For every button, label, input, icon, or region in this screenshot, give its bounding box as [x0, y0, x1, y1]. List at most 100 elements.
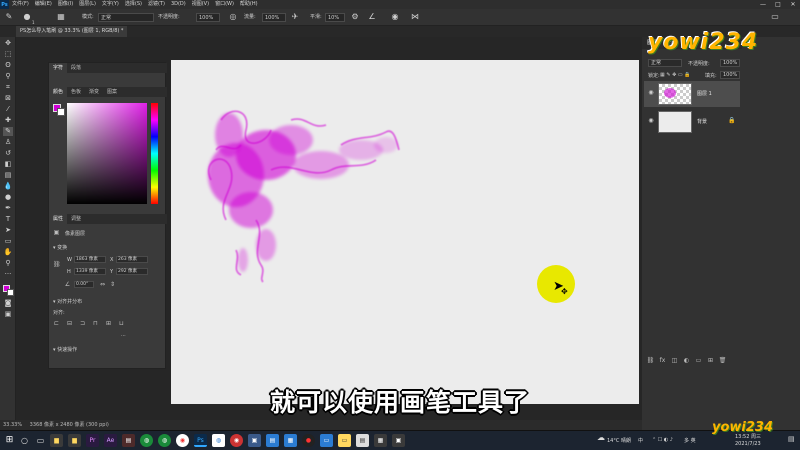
shape-tool-icon[interactable]: ▭: [3, 237, 13, 246]
flow-input[interactable]: 100%: [262, 13, 286, 22]
add-mask-icon[interactable]: ◫: [670, 357, 679, 365]
gradient-tool-icon[interactable]: ▤: [3, 171, 13, 180]
file-explorer-icon[interactable]: ▆: [50, 434, 63, 447]
flip-vertical-icon[interactable]: ⇕: [109, 281, 116, 288]
align-section-title[interactable]: ▾ 对齐并分布: [53, 298, 82, 305]
pressure-opacity-icon[interactable]: ◎: [228, 12, 238, 22]
align-top-icon[interactable]: ⊓: [92, 320, 99, 327]
app-icon[interactable]: ▭: [338, 434, 351, 447]
angle-field[interactable]: 0.00°: [74, 281, 94, 288]
align-left-icon[interactable]: ⊏: [53, 320, 60, 327]
history-brush-tool-icon[interactable]: ↺: [3, 149, 13, 158]
menu-3d[interactable]: 3D(D): [168, 0, 189, 9]
panel-background-swatch[interactable]: [57, 108, 65, 116]
menu-edit[interactable]: 编辑(E): [32, 0, 55, 9]
app-icon[interactable]: ▤: [356, 434, 369, 447]
eraser-tool-icon[interactable]: ◧: [3, 160, 13, 169]
close-button[interactable]: ✕: [786, 0, 800, 9]
app-icon[interactable]: ▤: [122, 434, 135, 447]
record-icon[interactable]: ●: [302, 434, 315, 447]
blur-tool-icon[interactable]: 💧: [3, 182, 13, 191]
zoom-level[interactable]: 33.33%: [3, 422, 22, 428]
menu-layer[interactable]: 图层(L): [76, 0, 99, 9]
crop-tool-icon[interactable]: ⌗: [3, 83, 13, 92]
visibility-eye-icon[interactable]: ◉: [647, 89, 655, 97]
frame-tool-icon[interactable]: ⊠: [3, 94, 13, 103]
task-view-icon[interactable]: ▭: [34, 434, 47, 447]
document-info[interactable]: 3368 像素 x 2480 像素 (300 ppi): [30, 422, 109, 428]
start-windows-icon[interactable]: ⊞: [3, 434, 16, 447]
move-tool-icon[interactable]: ✥: [3, 39, 13, 48]
maximize-button[interactable]: □: [771, 0, 785, 9]
photoshop-taskbar-icon[interactable]: Ps: [194, 434, 207, 447]
app-icon[interactable]: ▦: [284, 434, 297, 447]
tab-gradients[interactable]: 渐变: [85, 87, 103, 97]
brush-tool-icon[interactable]: ✎: [3, 127, 13, 136]
document-tab[interactable]: PS怎么导入笔刷 @ 33.3% (图层 1, RGB/8) *: [16, 26, 128, 37]
airbrush-icon[interactable]: ✈: [290, 12, 300, 22]
dodge-tool-icon[interactable]: ●: [3, 193, 13, 202]
layer-row[interactable]: ◉ 背景 🔒: [644, 109, 740, 135]
lock-icons[interactable]: ▦ ✎ ✥ ▭ 🔒: [660, 72, 690, 78]
chrome-icon[interactable]: ◉: [176, 434, 189, 447]
wechat-icon[interactable]: ◍: [140, 434, 153, 447]
tab-properties[interactable]: 属性: [49, 214, 68, 224]
color-picker-field[interactable]: [67, 103, 147, 204]
marquee-tool-icon[interactable]: ⬚: [3, 50, 13, 59]
new-layer-icon[interactable]: ⊞: [706, 357, 715, 365]
app-icon[interactable]: ▭: [320, 434, 333, 447]
align-right-icon[interactable]: ⊐: [79, 320, 86, 327]
layer-style-icon[interactable]: fx: [658, 357, 667, 365]
app-icon[interactable]: ▣: [392, 434, 405, 447]
tab-character[interactable]: 字符: [49, 63, 68, 73]
menu-window[interactable]: 窗口(W): [212, 0, 237, 9]
app-icon[interactable]: ◉: [230, 434, 243, 447]
hand-tool-icon[interactable]: ✋: [3, 248, 13, 257]
document-canvas[interactable]: [171, 60, 639, 404]
tab-patterns[interactable]: 图案: [103, 87, 121, 97]
tab-adjustments[interactable]: 调整: [67, 214, 85, 224]
hue-slider[interactable]: [151, 103, 158, 204]
angle-icon[interactable]: ∠: [367, 12, 377, 22]
tab-paragraph[interactable]: 段落: [67, 63, 85, 73]
app-icon[interactable]: ▣: [248, 434, 261, 447]
height-field[interactable]: 1339 像素: [74, 268, 106, 275]
healing-brush-tool-icon[interactable]: ✚: [3, 116, 13, 125]
workspace-icon[interactable]: ▭: [770, 12, 780, 22]
quick-select-tool-icon[interactable]: ⚲: [3, 72, 13, 81]
symmetry-icon[interactable]: ⋈: [410, 12, 420, 22]
x-field[interactable]: 263 像素: [116, 256, 148, 263]
layer-opacity-input[interactable]: 100%: [720, 59, 740, 67]
align-bottom-icon[interactable]: ⊔: [118, 320, 125, 327]
stamp-tool-icon[interactable]: ♙: [3, 138, 13, 147]
menu-file[interactable]: 文件(F): [9, 0, 32, 9]
messaging-icon[interactable]: ◍: [158, 434, 171, 447]
premiere-icon[interactable]: Pr: [86, 434, 99, 447]
pressure-size-icon[interactable]: ◉: [390, 12, 400, 22]
pen-tool-icon[interactable]: ✒: [3, 204, 13, 213]
quick-actions-section-title[interactable]: ▾ 快速操作: [53, 346, 77, 353]
menu-view[interactable]: 视图(V): [189, 0, 212, 9]
app-icon[interactable]: ◍: [212, 434, 225, 447]
notification-icon[interactable]: ▤: [788, 435, 795, 443]
mode-select[interactable]: 正常: [98, 13, 154, 22]
transform-section-title[interactable]: ▾ 变换: [53, 244, 67, 251]
search-icon[interactable]: ○: [18, 434, 31, 447]
app-icon[interactable]: ▤: [266, 434, 279, 447]
zoom-tool-icon[interactable]: ⚲: [3, 259, 13, 268]
delete-layer-icon[interactable]: 🗑: [718, 357, 727, 365]
minimize-button[interactable]: —: [756, 0, 770, 9]
new-group-icon[interactable]: ▭: [694, 357, 703, 365]
weather-text[interactable]: 14°C 晴朗: [607, 437, 631, 444]
background-color-swatch[interactable]: [7, 289, 14, 296]
visibility-eye-icon[interactable]: ◉: [647, 117, 655, 125]
type-tool-icon[interactable]: T: [3, 215, 13, 224]
language-indicator[interactable]: 多 英: [684, 437, 696, 444]
app-icon[interactable]: ▦: [374, 434, 387, 447]
menu-select[interactable]: 选择(S): [122, 0, 145, 9]
tab-color[interactable]: 颜色: [49, 87, 68, 97]
smoothing-options-icon[interactable]: ⚙: [350, 12, 360, 22]
screen-mode-icon[interactable]: ▣: [3, 310, 13, 319]
layer-row[interactable]: ◉ 图层 1: [644, 81, 740, 107]
eyedropper-tool-icon[interactable]: ⁄: [3, 105, 13, 114]
